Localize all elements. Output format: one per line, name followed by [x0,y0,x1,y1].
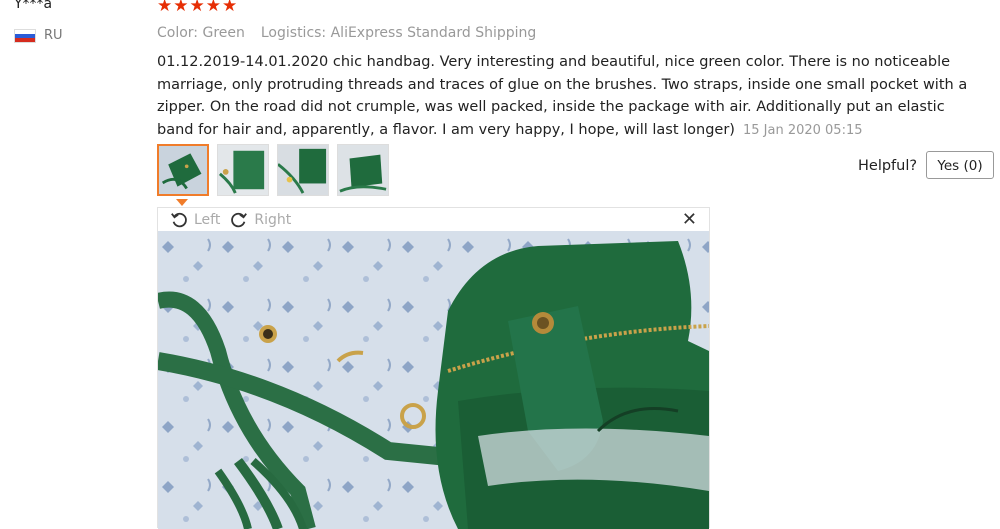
color-attribute: Color: Green [157,25,245,41]
viewer-toolbar: Left Right ✕ [158,208,709,231]
review-photo[interactable] [158,231,709,529]
rating-stars: ★★★★★ [157,0,239,16]
thumbnail-2[interactable] [217,144,269,196]
thumbnail-3[interactable] [277,144,329,196]
logistics-attribute: Logistics: AliExpress Standard Shipping [260,25,537,41]
helpful-label: Helpful? [858,158,918,174]
review-text: 01.12.2019-14.01.2020 chic handbag. Very… [157,51,977,142]
review-meta: Color: Green Logistics: AliExpress Standa… [157,25,536,41]
reviewer-name: Y***a [14,0,53,12]
country-code: RU [44,28,63,43]
active-thumbnail-pointer [176,199,188,206]
rotate-right-icon [231,212,248,227]
close-icon[interactable]: ✕ [682,209,697,230]
thumbnail-4[interactable] [337,144,389,196]
reviewer-country: RU [14,28,63,43]
review-date: 15 Jan 2020 05:15 [742,122,863,138]
helpful-yes-button[interactable]: Yes (0) [926,151,994,179]
rotate-right-label: Right [254,211,292,228]
rotate-left-label: Left [194,211,221,228]
rotate-left-icon [171,212,187,227]
thumbnail-1[interactable] [157,144,209,196]
image-viewer: Left Right ✕ [157,207,710,529]
russia-flag-icon [14,28,36,43]
review-thumbnails [157,144,389,196]
rotate-right-button[interactable]: Right [230,211,291,229]
rotate-left-button[interactable]: Left [170,211,220,229]
